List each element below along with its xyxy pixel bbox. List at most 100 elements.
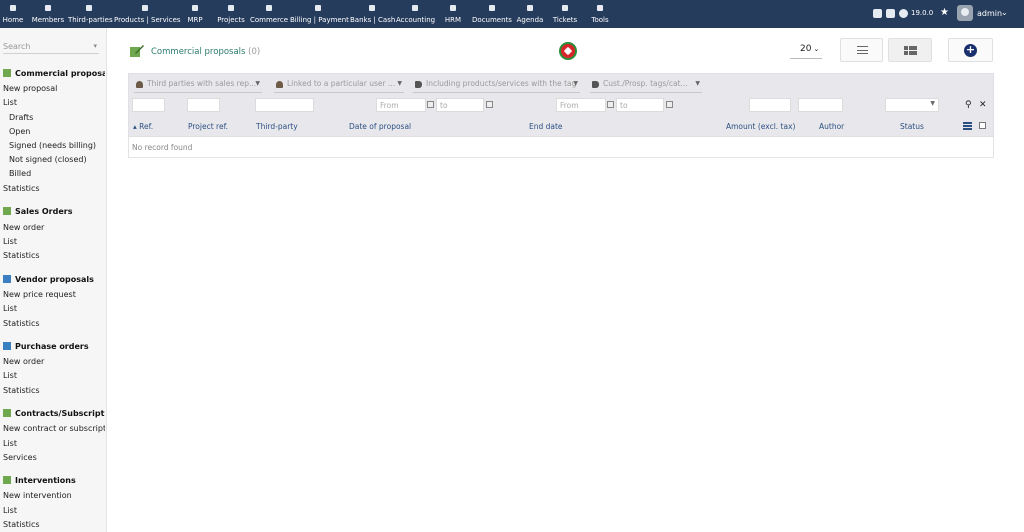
sidebar-search-select[interactable]: Search ▾ <box>3 42 99 54</box>
sidebar-list-proposals[interactable]: List <box>3 98 105 107</box>
sidebar-services[interactable]: Services <box>3 453 105 462</box>
menu-agenda[interactable]: Agenda <box>516 0 544 28</box>
proposal-icon <box>3 69 11 77</box>
sidebar-new-price-request[interactable]: New price request <box>3 290 105 299</box>
menu-hrm[interactable]: HRM <box>442 0 464 28</box>
sidebar-list-orders[interactable]: List <box>3 237 105 246</box>
menu-tools[interactable]: Tools <box>588 0 612 28</box>
chevron-down-icon: ▼ <box>255 80 260 87</box>
ref-search-input[interactable] <box>132 98 165 112</box>
column-end-date[interactable]: End date <box>529 122 563 131</box>
sidebar-title-interventions[interactable]: Interventions <box>3 476 105 485</box>
tools-icon <box>588 5 612 13</box>
column-author[interactable]: Author <box>819 122 844 131</box>
end-date-to-input[interactable]: to <box>616 98 664 112</box>
avatar[interactable] <box>957 5 973 21</box>
menu-members[interactable]: Members <box>31 0 65 28</box>
proposal-date-from-input[interactable]: From <box>376 98 426 112</box>
building-icon <box>68 5 110 13</box>
sidebar-title-proposals[interactable]: Commercial proposals <box>3 69 105 78</box>
page-size-select[interactable]: 20 ⌄ <box>790 41 822 59</box>
menu-accounting[interactable]: Accounting <box>396 0 435 28</box>
close-icon[interactable]: ✕ <box>979 100 987 110</box>
company-logo <box>559 42 577 60</box>
proposal-date-to-input[interactable]: to <box>436 98 484 112</box>
calendar-icon[interactable] <box>486 101 493 108</box>
author-search-input[interactable] <box>798 98 843 112</box>
product-tag-filter[interactable]: Including products/services with the tag… <box>413 79 580 93</box>
menu-billing-payment[interactable]: Billing | Payment <box>290 0 349 28</box>
sidebar-title-sales-orders[interactable]: Sales Orders <box>3 207 105 216</box>
calendar-icon[interactable] <box>427 101 434 108</box>
menu-mrp[interactable]: MRP <box>184 0 206 28</box>
calendar-icon[interactable] <box>666 101 673 108</box>
user-icon <box>136 81 143 88</box>
sidebar-new-contract[interactable]: New contract or subscription <box>3 424 105 433</box>
menu-third-parties[interactable]: Third-parties <box>68 0 113 28</box>
sidebar-statistics-proposals[interactable]: Statistics <box>3 184 105 193</box>
sidebar-title-vendor-proposals[interactable]: Vendor proposals <box>3 275 105 284</box>
calendar-icon <box>516 5 544 13</box>
menu-projects[interactable]: Projects <box>216 0 246 28</box>
sidebar-drafts[interactable]: Drafts <box>9 113 106 122</box>
amount-search-input[interactable] <box>749 98 791 112</box>
sidebar-billed[interactable]: Billed <box>9 169 106 178</box>
select-all-checkbox[interactable] <box>979 122 986 129</box>
print-icon[interactable] <box>886 9 895 18</box>
help-icon[interactable] <box>899 9 908 18</box>
sidebar-new-intervention[interactable]: New intervention <box>3 491 105 500</box>
sidebar-new-purchase-order[interactable]: New order <box>3 357 105 366</box>
menu-home[interactable]: Home <box>2 0 24 28</box>
chevron-down-icon[interactable]: ⌄ <box>1001 8 1008 17</box>
sidebar-statistics-orders[interactable]: Statistics <box>3 251 105 260</box>
sidebar-statistics-vendor[interactable]: Statistics <box>3 319 105 328</box>
sidebar-not-signed[interactable]: Not signed (closed) <box>9 155 106 164</box>
sidebar-title-contracts[interactable]: Contracts/Subscriptions <box>3 409 105 418</box>
sidebar-statistics-purchase[interactable]: Statistics <box>3 386 105 395</box>
sidebar-open[interactable]: Open <box>9 127 106 136</box>
bank-icon <box>350 5 393 13</box>
menu-banks-cash[interactable]: Banks | Cash <box>350 0 395 28</box>
user-tie-icon <box>442 5 464 13</box>
menu-documents[interactable]: Documents <box>472 0 512 28</box>
sidebar-list-vendor-proposals[interactable]: List <box>3 304 105 313</box>
column-date-proposal[interactable]: Date of proposal <box>349 122 411 131</box>
bookmark-star-icon[interactable]: ★ <box>940 7 949 19</box>
end-date-from-input[interactable]: From <box>556 98 606 112</box>
sidebar-list-purchase-orders[interactable]: List <box>3 371 105 380</box>
new-proposal-button[interactable]: + <box>948 38 993 62</box>
project-ref-search-input[interactable] <box>187 98 220 112</box>
sidebar-signed[interactable]: Signed (needs billing) <box>9 141 106 150</box>
customer-tag-filter[interactable]: Cust./Prosp. tags/cat... ▼ <box>590 79 702 93</box>
column-project-ref[interactable]: Project ref. <box>188 122 228 131</box>
sidebar-list-contracts[interactable]: List <box>3 439 105 448</box>
top-menu-bar: Home Members Third-parties Products | Se… <box>0 0 1024 28</box>
menu-tickets[interactable]: Tickets <box>552 0 578 28</box>
username[interactable]: admin <box>977 9 1002 18</box>
search-icon[interactable]: ⚲ <box>965 100 972 110</box>
sidebar-list-interventions[interactable]: List <box>3 506 105 515</box>
bug-icon[interactable] <box>873 9 882 18</box>
third-party-search-input[interactable] <box>255 98 314 112</box>
column-amount[interactable]: Amount (excl. tax) <box>726 122 795 131</box>
linked-user-filter[interactable]: Linked to a particular user ... ▼ <box>274 79 404 93</box>
sales-rep-filter[interactable]: Third parties with sales rep... ▼ <box>134 79 262 93</box>
status-select[interactable]: ▼ <box>885 98 939 112</box>
search-dollar-icon <box>396 5 434 13</box>
menu-products-services[interactable]: Products | Services <box>114 0 181 28</box>
sidebar-statistics-interventions[interactable]: Statistics <box>3 520 105 529</box>
sidebar-new-proposal[interactable]: New proposal <box>3 84 105 93</box>
list-view-button[interactable] <box>840 38 883 62</box>
list-settings-icon[interactable] <box>963 122 972 130</box>
sidebar-title-purchase-orders[interactable]: Purchase orders <box>3 342 105 351</box>
page-title: Commercial proposals (0) <box>151 47 261 57</box>
calendar-icon[interactable] <box>607 101 614 108</box>
column-ref[interactable]: ▴ Ref. <box>133 122 153 131</box>
menu-commerce[interactable]: Commerce <box>250 0 288 28</box>
sidebar-new-order[interactable]: New order <box>3 223 105 232</box>
vendor-proposal-icon <box>3 275 11 283</box>
column-third-party[interactable]: Third-party <box>256 122 298 131</box>
kanban-view-button[interactable] <box>888 38 932 62</box>
column-status[interactable]: Status <box>900 122 924 131</box>
chevron-down-icon: ▼ <box>573 80 578 87</box>
